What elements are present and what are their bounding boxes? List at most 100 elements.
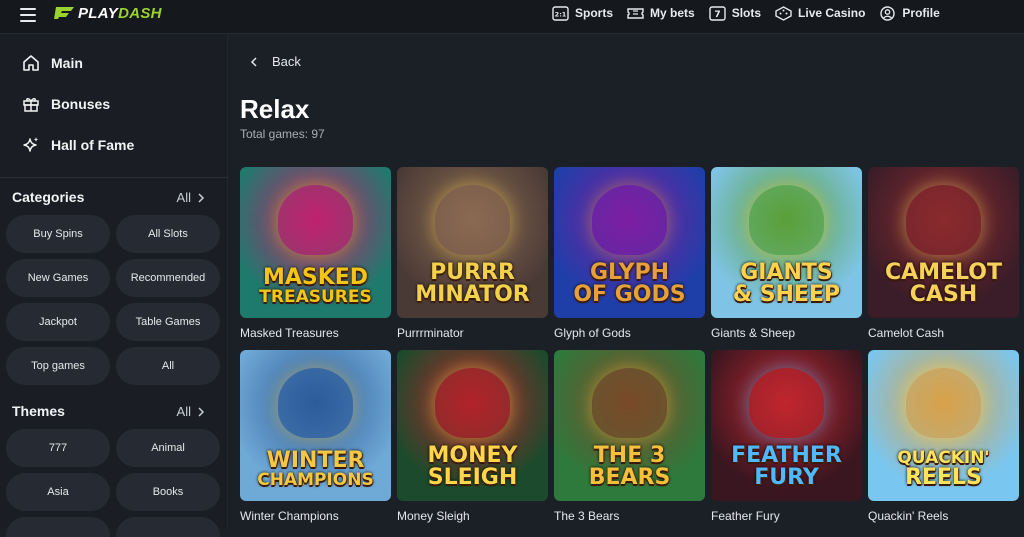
svg-text:7: 7 [714,10,720,20]
categories-all-label: All [176,190,191,205]
game-logo-line: FURY [754,465,819,490]
top-navigation: 2:1 Sports My bets 7 Slots Live Casino P… [552,4,954,22]
category-pill-recommended[interactable]: Recommended [116,259,220,297]
game-title[interactable]: Winter Champions [240,509,339,523]
game-character-art [906,368,981,438]
category-pill-top-games[interactable]: Top games [6,347,110,385]
game-logo-text: CAMELOT CASH [868,262,1019,306]
game-logo-line: GIANTS [740,260,833,285]
theme-pill-partial[interactable] [6,517,110,537]
page-title: Relax [240,94,310,124]
game-logo-line: TREASURES [259,287,372,307]
game-logo-text: PURRR MINATOR [397,262,548,306]
game-title[interactable]: Giants & Sheep [711,326,795,340]
game-logo-line: BEARS [588,465,671,490]
sidebar-item-main-label: Main [51,55,83,71]
game-tile-purrrminator[interactable]: PURRR MINATOR [397,167,548,318]
home-icon [23,55,39,71]
svg-text:2:1: 2:1 [555,10,567,18]
sidebar-item-main[interactable]: Main [22,54,83,72]
sidebar-item-bonuses[interactable]: Bonuses [22,95,110,113]
game-title[interactable]: Camelot Cash [868,326,944,340]
hamburger-menu-icon[interactable] [20,8,36,22]
chevron-right-icon [198,192,205,203]
dice-icon [775,5,792,21]
game-character-art [592,185,667,255]
categories-all-link[interactable]: All [177,190,205,205]
total-games-count: Total games: 97 [240,127,325,141]
theme-pill-books[interactable]: Books [116,473,220,511]
game-character-art [435,368,510,438]
top-bar: PLAYDASH 2:1 Sports My bets 7 Slots Live… [0,0,1024,34]
game-tile-feather-fury[interactable]: FEATHER FURY [711,350,862,501]
logo-mark-icon [54,7,74,19]
category-pill-new-games[interactable]: New Games [6,259,110,297]
category-pill-all-slots[interactable]: All Slots [116,215,220,253]
game-logo-line: MONEY [427,443,518,468]
sidebar-item-hall-of-fame[interactable]: Hall of Fame [22,136,134,154]
game-title[interactable]: Feather Fury [711,509,780,523]
game-title[interactable]: Quackin' Reels [868,509,948,523]
category-pill-all[interactable]: All [116,347,220,385]
nav-profile-label: Profile [902,6,940,20]
game-tile-giants-sheep[interactable]: GIANTS & SHEEP [711,167,862,318]
game-logo-line: PURRR [430,260,515,285]
category-pill-jackpot[interactable]: Jackpot [6,303,110,341]
back-label: Back [272,54,301,69]
game-logo-line: FEATHER [731,443,842,468]
game-character-art [906,185,981,255]
profile-icon [880,5,896,21]
slots-icon: 7 [709,5,726,21]
logo-text-part1: PLAY [78,4,119,22]
category-pill-buy-spins[interactable]: Buy Spins [6,215,110,253]
game-character-art [749,368,824,438]
categories-title: Categories [12,189,85,205]
game-tile-winter-champions[interactable]: WINTER CHAMPIONS [240,350,391,501]
nav-live-casino-label: Live Casino [798,6,866,20]
game-character-art [749,185,824,255]
ticket-icon [627,7,644,19]
category-pill-table-games[interactable]: Table Games [116,303,220,341]
theme-pill-asia[interactable]: Asia [6,473,110,511]
game-logo-text: WINTER CHAMPIONS [240,450,391,489]
nav-profile[interactable]: Profile [879,5,940,21]
game-logo-text: THE 3 BEARS [554,445,705,489]
game-logo-text: GLYPH OF GODS [554,262,705,306]
game-title[interactable]: Purrrminator [397,326,464,340]
game-logo-text: GIANTS & SHEEP [711,262,862,306]
chevron-left-icon [250,56,257,67]
game-logo-text: MASKED TREASURES [240,267,391,306]
theme-pill-animal[interactable]: Animal [116,429,220,467]
nav-slots[interactable]: 7 Slots [709,5,762,21]
game-logo-line: & SHEEP [732,282,841,307]
game-title[interactable]: Masked Treasures [240,326,339,340]
game-tile-the-3-bears[interactable]: THE 3 BEARS [554,350,705,501]
game-logo-line: WINTER [266,448,365,473]
sidebar-item-bonuses-label: Bonuses [51,96,111,112]
themes-all-link[interactable]: All [177,404,205,419]
game-logo-line: MASKED [262,265,369,290]
game-tile-masked-treasures[interactable]: MASKED TREASURES [240,167,391,318]
game-tile-glyph-of-gods[interactable]: GLYPH OF GODS [554,167,705,318]
game-title[interactable]: The 3 Bears [554,509,619,523]
game-title[interactable]: Glyph of Gods [554,326,631,340]
nav-slots-label: Slots [731,6,762,20]
themes-title: Themes [12,403,65,419]
brand-logo[interactable]: PLAYDASH [54,3,162,23]
game-tile-camelot-cash[interactable]: CAMELOT CASH [868,167,1019,318]
theme-pill-777[interactable]: 777 [6,429,110,467]
nav-live-casino[interactable]: Live Casino [775,5,866,21]
game-logo-text: MONEY SLEIGH [397,445,548,489]
game-logo-line: CAMELOT [884,260,1003,285]
gift-icon [23,98,39,112]
game-character-art [278,368,353,438]
back-button[interactable]: Back [250,54,301,69]
game-title[interactable]: Money Sleigh [397,509,470,523]
theme-pill-partial[interactable] [116,517,220,537]
game-logo-line: REELS [905,465,982,490]
nav-sports[interactable]: 2:1 Sports [552,5,613,21]
game-tile-money-sleigh[interactable]: MONEY SLEIGH [397,350,548,501]
nav-my-bets[interactable]: My bets [627,6,695,21]
game-logo-line: OF GODS [573,282,686,307]
game-tile-quackin-reels[interactable]: QUACKIN' REELS [868,350,1019,501]
